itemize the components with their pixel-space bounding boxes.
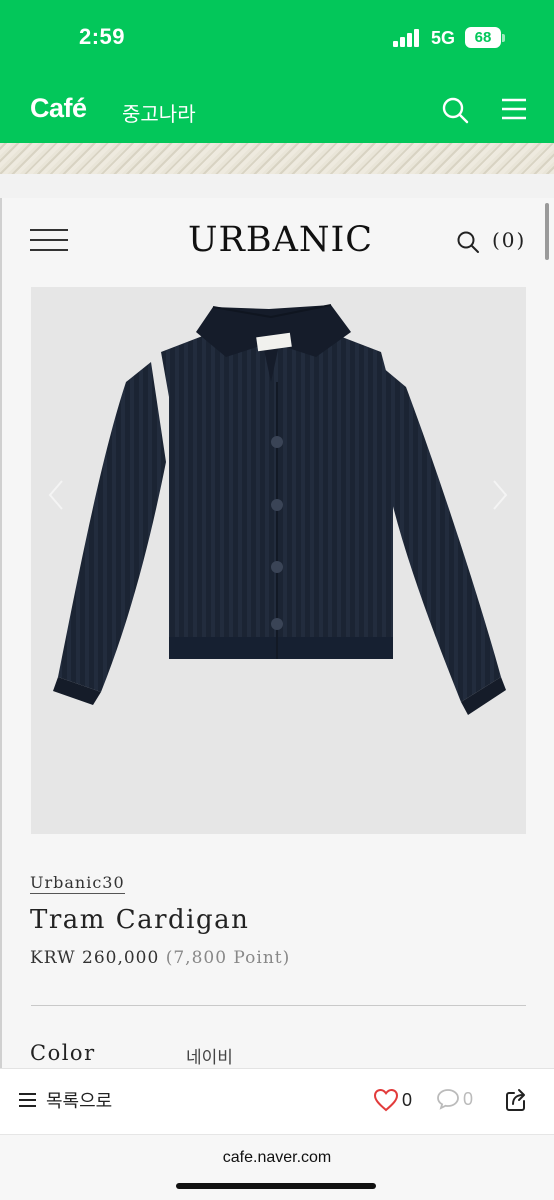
status-time: 2:59 (79, 24, 126, 49)
status-bar: 2:59 5G 68 (0, 0, 554, 76)
home-indicator (176, 1183, 376, 1189)
product-photo (31, 287, 526, 834)
price-value: KRW 260,000 (30, 948, 160, 968)
shop-search-icon (457, 231, 479, 253)
chevron-right-icon (493, 480, 508, 510)
network-label: 5G (431, 28, 456, 48)
comment-button[interactable]: 0 (436, 1088, 473, 1110)
like-count: 0 (402, 1089, 413, 1110)
cafe-topbar: 2:59 5G 68 Café 중고나라 (0, 0, 554, 143)
back-to-list-label: 목록으로 (46, 1091, 113, 1111)
url-text[interactable]: cafe.naver.com (0, 1149, 554, 1167)
product-brand: Urbanic30 (30, 873, 125, 894)
cafe-banner-texture (0, 143, 554, 174)
browser-address-bar[interactable] (0, 1134, 554, 1200)
heart-icon (373, 1088, 399, 1112)
shop-logo: URBANIC (188, 220, 374, 260)
search-icon[interactable] (441, 96, 469, 124)
signal-icon (393, 29, 419, 47)
color-label: Color (30, 1041, 96, 1065)
cafe-header: Café 중고나라 (0, 76, 554, 143)
like-button[interactable]: 0 (373, 1088, 412, 1112)
cardigan-illustration (53, 304, 506, 715)
shop-cart-count: (0) (492, 228, 527, 252)
scrollbar[interactable] (545, 203, 549, 260)
cafe-logo[interactable]: Café (30, 93, 87, 124)
cafe-name[interactable]: 중고나라 (122, 98, 196, 127)
product-title: Tram Cardigan (30, 905, 250, 935)
shop-menu-icon (30, 229, 68, 251)
product-price: KRW 260,000 (7,800 Point) (30, 948, 290, 968)
list-icon (19, 1093, 36, 1107)
battery-tip (502, 34, 505, 42)
back-to-list-button[interactable]: 목록으로 (18, 1087, 112, 1113)
comment-count: 0 (463, 1088, 474, 1109)
share-icon[interactable] (504, 1087, 530, 1113)
hamburger-menu-icon[interactable] (501, 97, 527, 121)
price-points: (7,800 Point) (165, 948, 291, 968)
comment-icon (437, 1089, 459, 1110)
divider (31, 1005, 526, 1006)
chevron-left-icon (48, 480, 63, 510)
battery-icon: 68 (465, 27, 501, 48)
color-value: 네이비 (186, 1048, 233, 1067)
